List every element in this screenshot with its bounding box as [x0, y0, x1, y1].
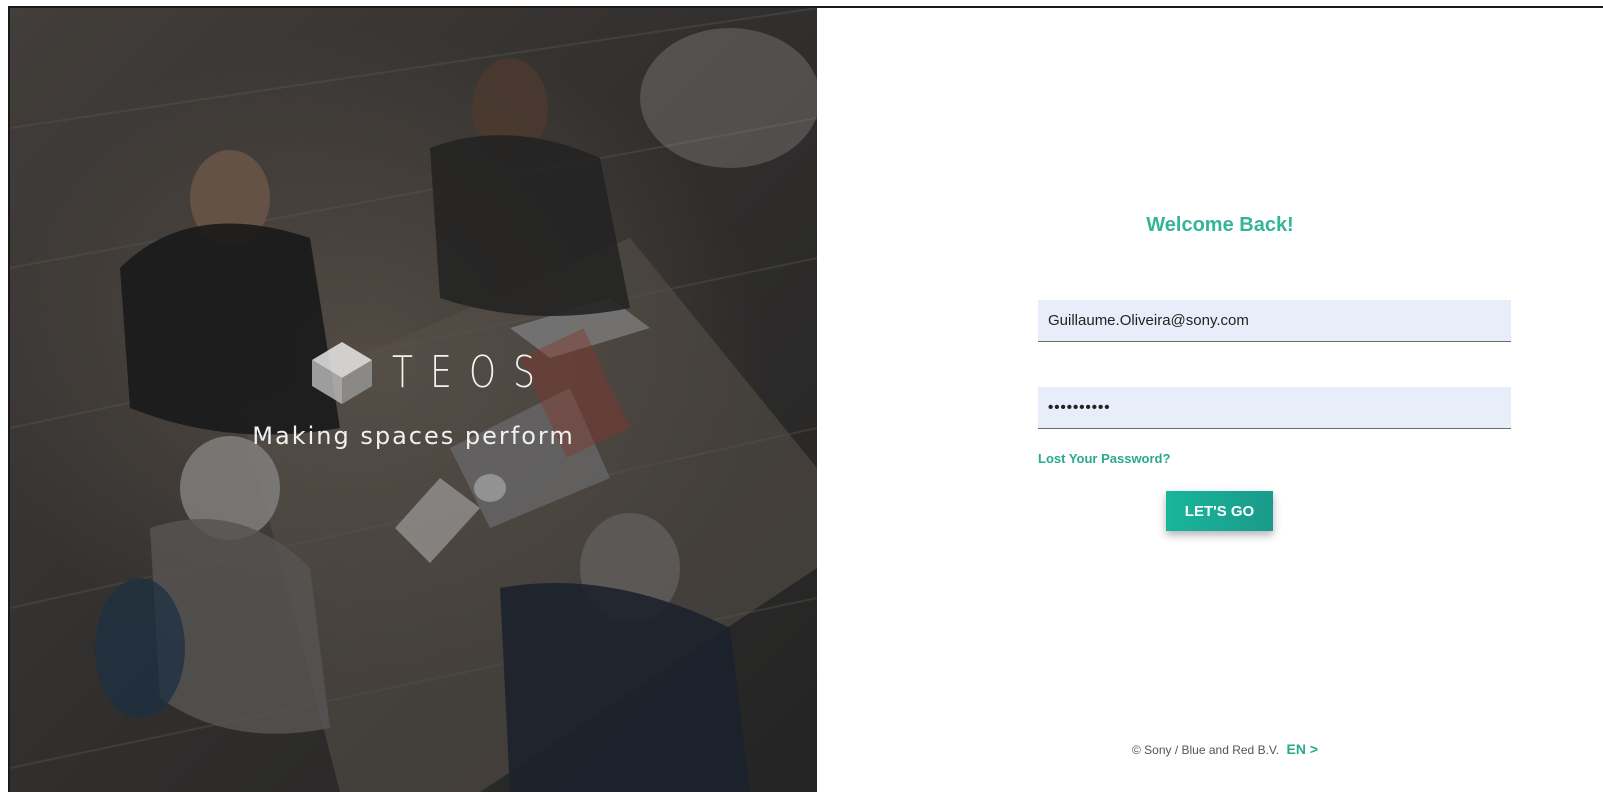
tagline: Making spaces perform [252, 422, 575, 450]
teos-cube-icon [312, 342, 372, 404]
logo-wordmark: TEOS [392, 347, 553, 398]
email-field[interactable] [1038, 300, 1511, 342]
language-selector[interactable]: EN > [1287, 741, 1319, 757]
teos-logo: TEOS [310, 338, 597, 408]
footer: © Sony / Blue and Red B.V. EN > [1000, 741, 1450, 757]
lets-go-button[interactable]: LET'S GO [1166, 491, 1273, 531]
welcome-heading: Welcome Back! [1146, 214, 1294, 236]
copyright-text: © Sony / Blue and Red B.V. [1131, 743, 1280, 757]
lost-password-link[interactable]: Lost Your Password? [1038, 451, 1170, 466]
password-field[interactable] [1038, 387, 1511, 429]
hero-image-panel: TEOS Making spaces perform [10, 8, 817, 792]
